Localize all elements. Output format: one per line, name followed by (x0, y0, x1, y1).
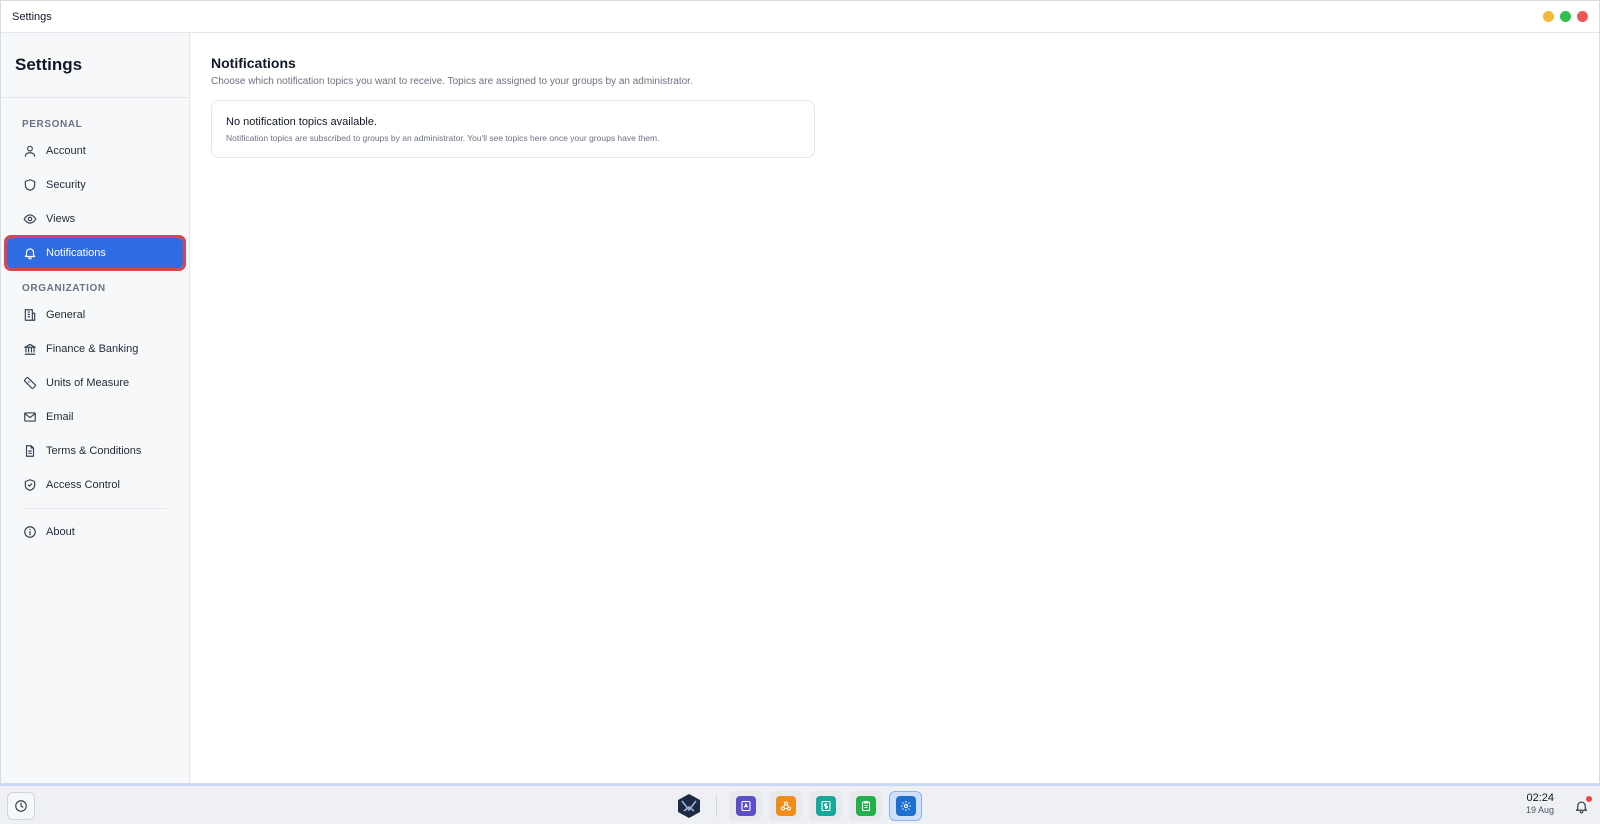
sidebar-item-label: Email (46, 411, 74, 423)
settings-app-button[interactable] (889, 791, 922, 821)
sidebar-item-general[interactable]: General (7, 300, 183, 330)
clipboard-app-button[interactable] (849, 791, 882, 821)
close-button[interactable] (1577, 11, 1588, 22)
document-icon (25, 445, 35, 457)
notifications-panel: Notifications Choose which notification … (190, 33, 1599, 783)
sidebar-item-label: Security (46, 179, 86, 191)
network-app-icon (775, 796, 796, 816)
settings-app-icon (895, 796, 916, 816)
window-controls (1543, 11, 1588, 22)
window-title: Settings (12, 10, 52, 23)
contacts-app-button[interactable] (729, 791, 762, 821)
clock-icon (15, 800, 27, 812)
empty-topics-card: No notification topics available. Notifi… (211, 100, 815, 158)
minimize-button[interactable] (1543, 11, 1554, 22)
mail-icon (24, 412, 36, 422)
sidebar-item-finance-banking[interactable]: Finance & Banking (7, 334, 183, 364)
launcher-logo-icon[interactable] (674, 791, 704, 821)
maximize-button[interactable] (1560, 11, 1571, 22)
notifications-tray-button[interactable] (1568, 793, 1594, 819)
empty-state-title: No notification topics available. (226, 116, 378, 128)
app-dock (674, 791, 922, 821)
sidebar-item-label: Views (46, 213, 76, 225)
building-icon (24, 309, 36, 321)
dock-separator (716, 795, 717, 817)
taskbar: 02:24 19 Aug (0, 784, 1600, 824)
sidebar-item-email[interactable]: Email (7, 402, 183, 432)
clock-time: 02:24 (1526, 792, 1554, 804)
notification-badge (1586, 796, 1592, 802)
section-label-personal: PERSONAL (22, 119, 83, 130)
clock-date: 19 Aug (1525, 805, 1554, 815)
sidebar-item-units-of-measure[interactable]: Units of Measure (7, 368, 183, 398)
sidebar-item-label: Notifications (46, 247, 106, 259)
sidebar-divider (23, 508, 167, 509)
sidebar-item-about[interactable]: About (7, 517, 183, 547)
page-title: Notifications (211, 55, 296, 71)
page-subtitle: Choose which notification topics you wan… (211, 76, 693, 87)
sidebar-item-label: Terms & Conditions (46, 445, 142, 457)
bell-icon (24, 248, 36, 260)
network-app-button[interactable] (769, 791, 802, 821)
sidebar-item-notifications[interactable]: Notifications (4, 235, 186, 271)
user-icon (24, 145, 36, 157)
sidebar-item-terms-conditions[interactable]: Terms & Conditions (7, 436, 183, 466)
sidebar-item-label: Access Control (46, 479, 120, 491)
sidebar-item-label: General (46, 309, 86, 321)
sidebar-title: Settings (1, 33, 189, 98)
empty-state-description: Notification topics are subscribed to gr… (226, 133, 660, 143)
ruler-icon (23, 376, 37, 390)
bank-icon (24, 343, 36, 355)
clipboard-app-icon (855, 796, 876, 816)
settings-window: Settings Settings PERSONAL Account Secur… (0, 0, 1600, 784)
title-bar: Settings (1, 1, 1599, 33)
section-label-organization: ORGANIZATION (22, 283, 106, 294)
settings-sidebar: Settings PERSONAL Account Security Views… (1, 33, 190, 783)
info-icon (24, 526, 36, 538)
shield-icon (24, 179, 36, 191)
shield-check-icon (24, 479, 36, 491)
contacts-app-icon (735, 796, 756, 816)
history-button[interactable] (7, 792, 35, 820)
sidebar-item-security[interactable]: Security (7, 170, 183, 200)
finance-app-icon (815, 796, 836, 816)
sidebar-item-label: About (46, 526, 75, 538)
eye-icon (23, 214, 37, 224)
sidebar-item-views[interactable]: Views (7, 204, 183, 234)
sidebar-item-label: Account (46, 145, 86, 157)
sidebar-item-access-control[interactable]: Access Control (7, 470, 183, 500)
sidebar-item-label: Finance & Banking (46, 343, 139, 355)
taskbar-clock[interactable]: 02:24 19 Aug (1526, 792, 1554, 815)
sidebar-item-label: Units of Measure (46, 377, 130, 389)
finance-app-button[interactable] (809, 791, 842, 821)
sidebar-item-account[interactable]: Account (7, 136, 183, 166)
